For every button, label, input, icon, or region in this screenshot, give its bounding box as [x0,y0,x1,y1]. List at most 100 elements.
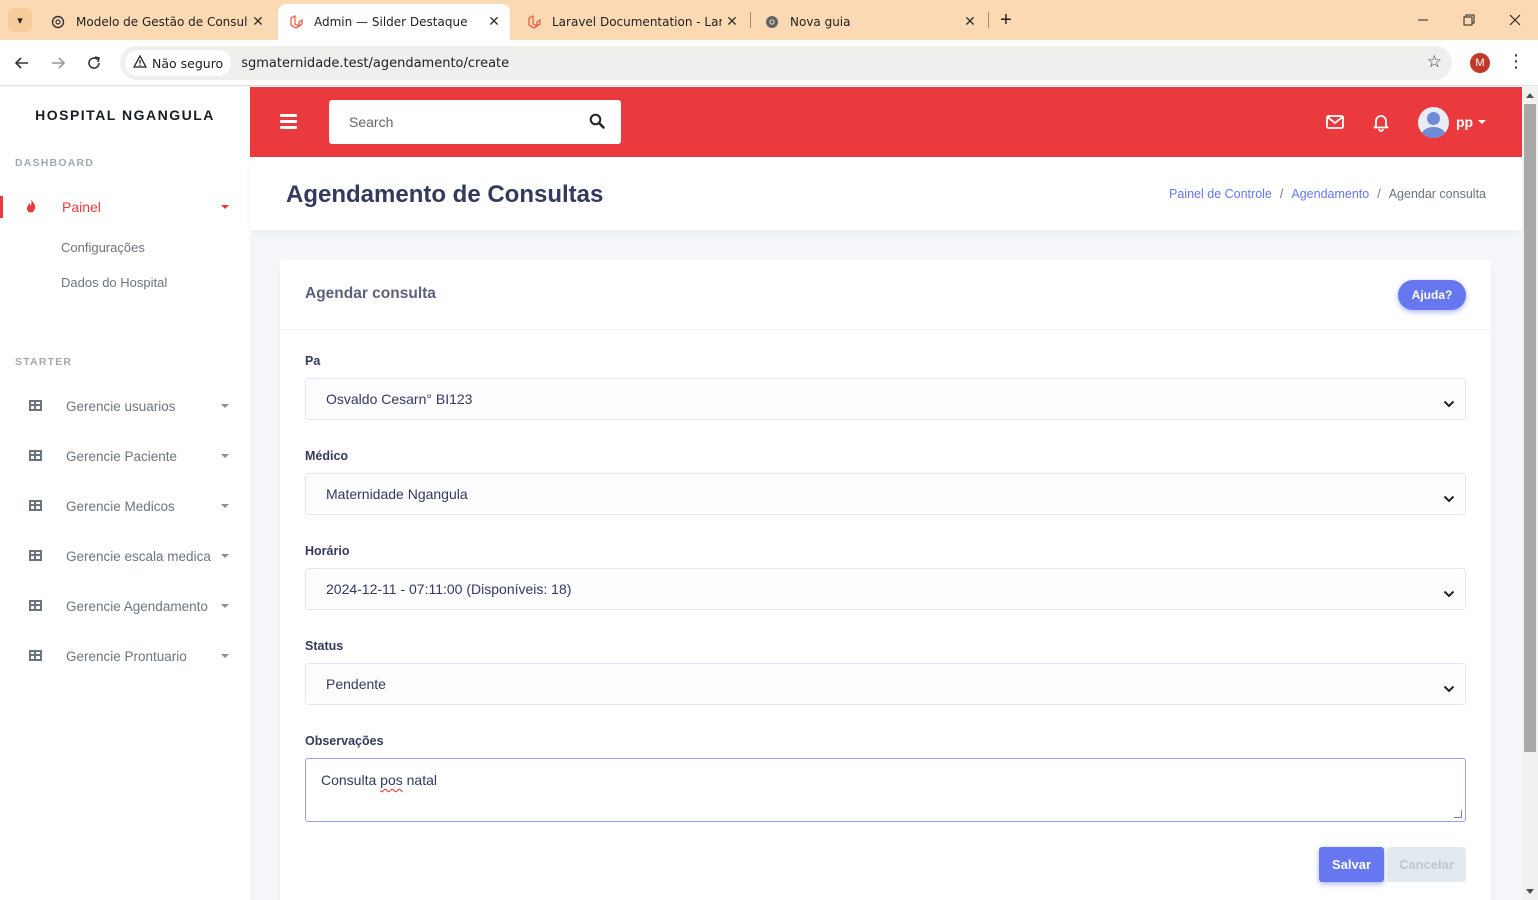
browser-tab-admin[interactable]: Admin — Silder Destaque ✕ [278,4,510,40]
tab-close-icon[interactable]: ✕ [960,14,980,30]
columns-icon [26,449,44,464]
sidebar-item-gerencie-usuarios[interactable]: Gerencie usuarios [0,388,250,424]
close-window-icon[interactable] [1492,8,1538,32]
caret-down-icon [221,654,229,658]
minimize-icon[interactable] [1400,8,1446,32]
menu-header-starter: STARTER [15,356,73,368]
user-avatar[interactable] [1418,107,1449,138]
status-select[interactable]: Pendente [305,663,1466,705]
paciente-label: Pa [305,354,321,368]
form-card: Agendar consulta Ajuda? Pa Osvaldo Cesar… [280,260,1491,900]
breadcrumb: Painel de Controle / Agendamento / Agend… [1169,187,1486,201]
sidebar-subitem-dados-hospital[interactable]: Dados do Hospital [61,275,167,290]
section-header: Agendamento de Consultas Painel de Contr… [250,157,1522,230]
back-arrow-icon[interactable] [10,51,34,75]
sidebar-item-gerencie-escala-medica[interactable]: Gerencie escala medica [0,538,250,574]
sidebar-item-label: Gerencie Prontuario [66,648,187,664]
browser-tab-modelo[interactable]: Modelo de Gestão de Consulta ✕ [40,4,274,40]
caret-down-icon [221,604,229,608]
fire-icon [22,198,40,216]
omnibox[interactable]: Não seguro sgmaternidade.test/agendament… [120,46,1452,80]
browser-menu-icon[interactable]: ⋮ [1506,51,1526,75]
laravel-icon [288,14,304,30]
card-title: Agendar consulta [305,285,436,302]
observacoes-label: Observações [305,734,384,748]
reload-icon[interactable] [82,51,106,75]
sidebar-item-gerencie-prontuario[interactable]: Gerencie Prontuario [0,638,250,674]
tab-close-icon[interactable]: ✕ [484,14,504,30]
openai-icon [50,14,66,30]
chevron-down-icon [1443,585,1455,598]
tab-title: Admin — Silder Destaque [314,15,468,29]
paciente-select[interactable]: Osvaldo Cesarn° BI123 [305,378,1466,420]
warning-triangle-icon [132,54,148,72]
tab-close-icon[interactable]: ✕ [248,14,268,30]
textarea-text: Consulta [321,772,381,788]
sidebar-item-label: Gerencie Agendamento [66,598,208,614]
new-tab-plus-icon[interactable]: + [994,8,1018,32]
sidebar-item-label: Painel [62,199,101,215]
page-scrollbar[interactable] [1522,87,1538,900]
profile-avatar[interactable]: M [1470,53,1490,73]
sidebar-item-gerencie-agendamento[interactable]: Gerencie Agendamento [0,588,250,624]
horario-selected-value: 2024-12-11 - 07:11:00 (Disponíveis: 18) [326,581,572,597]
browser-tab-laravel-docs[interactable]: Laravel Documentation - Laravel ✕ [516,4,748,40]
restore-icon[interactable] [1446,8,1492,32]
scroll-up-arrow-icon[interactable] [1526,93,1534,98]
columns-icon [26,399,44,414]
card-header: Agendar consulta Ajuda? [280,260,1491,330]
browser-tab-bar: ▾ Modelo de Gestão de Consulta ✕ Admin —… [0,0,1538,40]
menu-header-dashboard: DASHBOARD [15,157,95,169]
scroll-thumb[interactable] [1524,104,1536,752]
security-chip[interactable]: Não seguro [125,50,232,76]
laravel-icon [526,14,542,30]
caret-down-icon[interactable] [1478,120,1486,124]
medico-label: Médico [305,449,349,463]
medico-select[interactable]: Maternidade Ngangula [305,473,1466,515]
user-name[interactable]: pp [1456,114,1473,130]
search-input[interactable] [329,100,579,144]
browser-tab-nova-guia[interactable]: Nova guia ✕ [754,4,986,40]
cancel-button[interactable]: Cancelar [1387,847,1466,882]
bookmark-star-icon[interactable]: ☆ [1427,52,1442,72]
envelope-icon[interactable] [1325,112,1347,134]
sidebar-item-gerencie-medicos[interactable]: Gerencie Medicos [0,488,250,524]
textarea-text: natal [402,772,437,788]
hamburger-menu-icon[interactable] [280,114,297,129]
scroll-down-arrow-icon[interactable] [1526,889,1534,894]
sidebar-brand[interactable]: HOSPITAL NGANGULA [0,107,250,123]
browser-address-bar: Não seguro sgmaternidade.test/agendament… [0,40,1538,86]
save-button[interactable]: Salvar [1319,847,1384,882]
bell-icon[interactable] [1371,112,1393,134]
breadcrumb-separator: / [1279,187,1284,201]
columns-icon [26,549,44,564]
tab-search-dropdown-button[interactable]: ▾ [8,8,32,32]
horario-select[interactable]: 2024-12-11 - 07:11:00 (Disponíveis: 18) [305,568,1466,610]
caret-down-icon [221,554,229,558]
horario-label: Horário [305,544,350,558]
tab-close-icon[interactable]: ✕ [722,14,742,30]
help-button[interactable]: Ajuda? [1398,280,1466,310]
url-text[interactable]: sgmaternidade.test/agendamento/create [241,56,509,71]
sidebar-item-label: Gerencie escala medica [66,548,211,564]
breadcrumb-link-painel[interactable]: Painel de Controle [1169,187,1272,201]
breadcrumb-current: Agendar consulta [1388,187,1486,201]
tab-title: Modelo de Gestão de Consulta [76,15,248,29]
sidebar-item-painel[interactable]: Painel [0,189,250,225]
sidebar-subitem-configuracoes[interactable]: Configurações [61,240,145,255]
observacoes-textarea[interactable]: Consulta pos natal [305,758,1466,822]
search-icon[interactable] [589,113,607,131]
misspelled-word: pos [380,772,403,788]
sidebar-item-gerencie-paciente[interactable]: Gerencie Paciente [0,438,250,474]
search-form [329,100,621,144]
sidebar-item-label: Gerencie Paciente [66,448,178,464]
forward-arrow-icon[interactable] [46,51,70,75]
caret-down-icon [221,404,229,408]
breadcrumb-link-agendamento[interactable]: Agendamento [1291,187,1369,201]
resize-handle-icon[interactable] [1454,810,1462,818]
paciente-selected-value: Osvaldo Cesarn° BI123 [326,391,473,407]
columns-icon [26,499,44,514]
security-label: Não seguro [152,55,224,71]
columns-icon [26,599,44,614]
top-navbar: pp [250,87,1522,157]
